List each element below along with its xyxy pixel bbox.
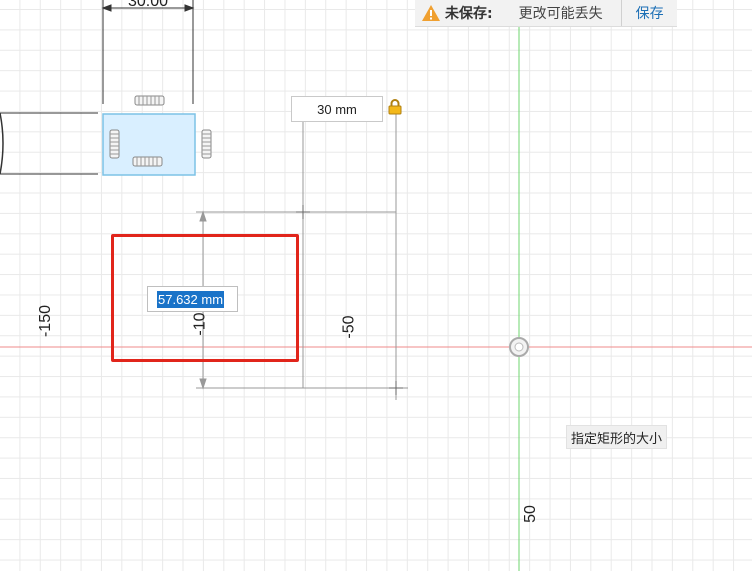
warning-message: 更改可能丢失 — [518, 6, 603, 22]
inner-height-label[interactable]: -10 — [192, 312, 210, 335]
left-axis-label: -150 — [37, 304, 55, 338]
top-dimension-text: 30.00 — [128, 0, 168, 10]
unsaved-warning-bar: 未保存: 更改可能丢失 保存 — [415, 0, 677, 27]
origin-point-icon[interactable] — [508, 336, 530, 358]
tooltip-hint: 指定矩形的大小 — [566, 425, 668, 449]
horizontal-constraint-icon — [132, 156, 163, 167]
horizontal-constraint-icon — [134, 95, 165, 106]
vertical-constraint-icon — [201, 129, 212, 159]
divider — [620, 0, 622, 26]
width-dimension-input[interactable]: 30 mm — [291, 96, 383, 122]
warning-triangle-icon — [421, 3, 441, 23]
vertical-constraint-icon — [109, 129, 120, 159]
save-link[interactable]: 保存 — [636, 3, 664, 23]
right-height-label[interactable]: -50 — [341, 315, 359, 338]
warning-title: 未保存: — [445, 6, 493, 22]
top-dimension — [101, 0, 195, 104]
lock-icon[interactable] — [388, 99, 402, 119]
left-dimension — [0, 112, 98, 175]
highlight-annotation-box — [111, 234, 299, 362]
bottom-axis-label: 50 — [521, 505, 539, 523]
